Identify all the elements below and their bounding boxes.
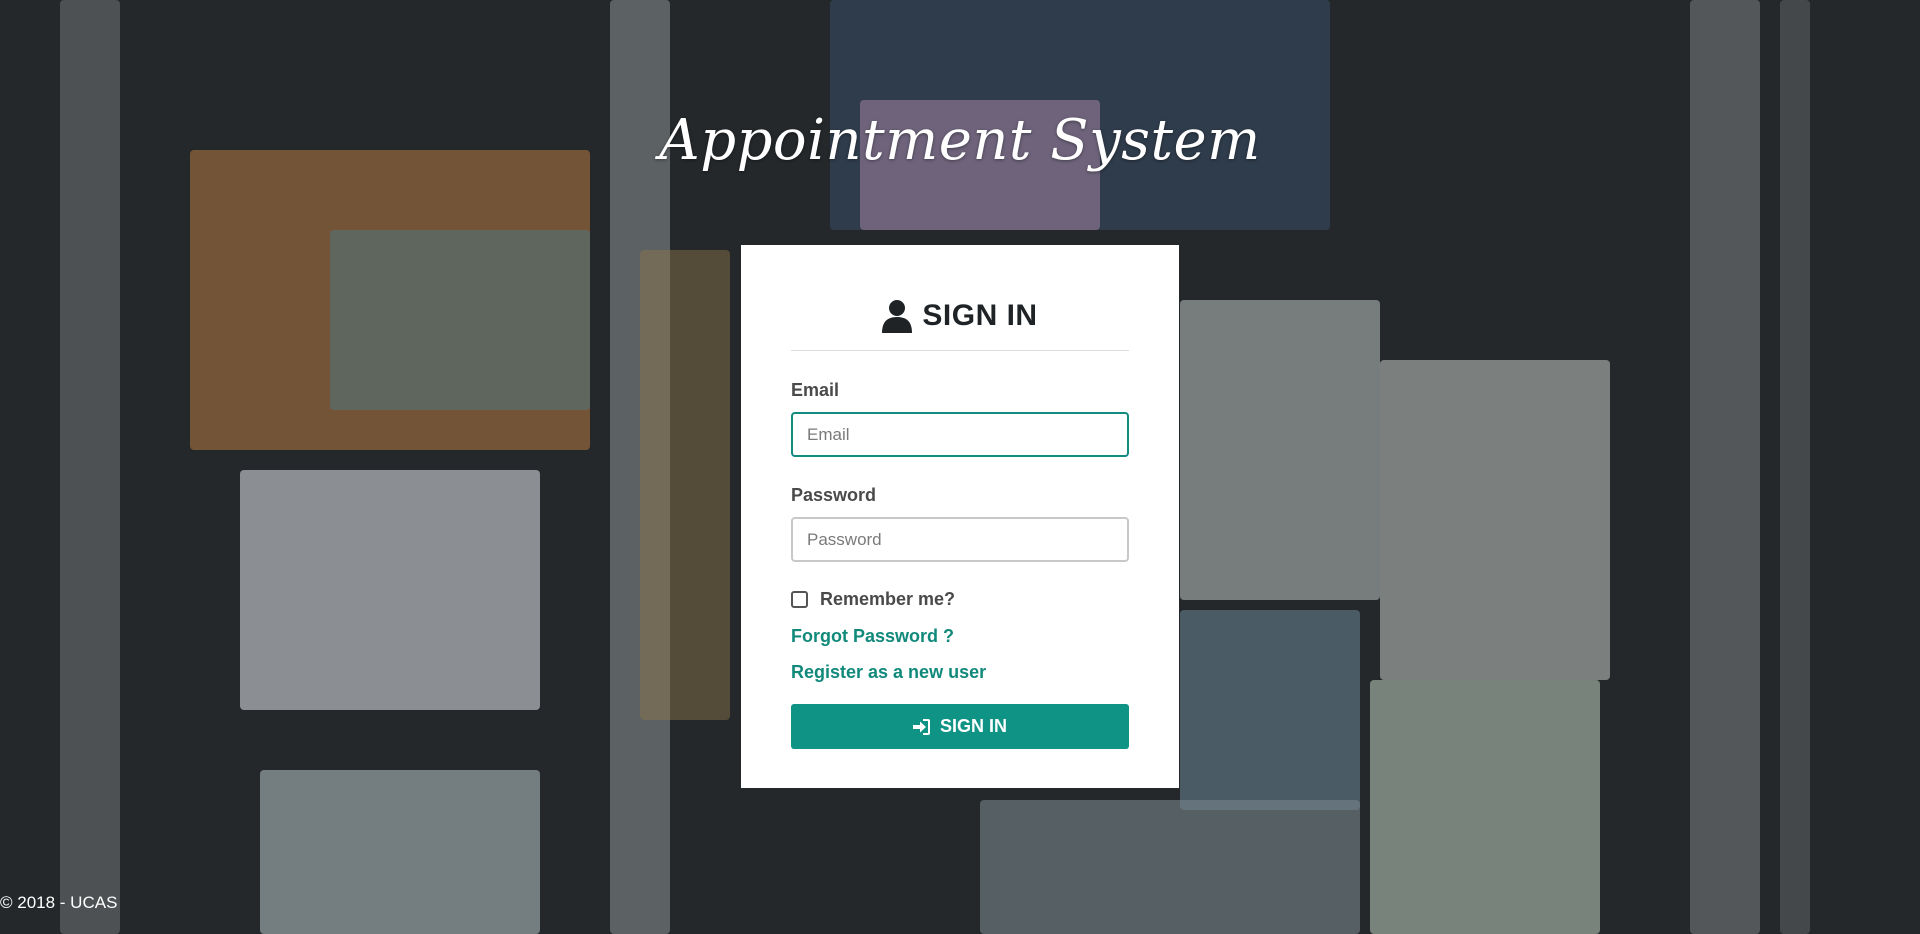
footer-copyright: © 2018 - UCAS <box>0 893 118 912</box>
remember-me-checkbox[interactable] <box>791 591 808 608</box>
remember-me-row[interactable]: Remember me? <box>791 589 1129 610</box>
password-label: Password <box>791 485 877 505</box>
signin-button-label: SIGN IN <box>939 716 1007 736</box>
register-link[interactable]: Register as a new user <box>791 662 1129 683</box>
email-field[interactable] <box>791 412 1129 457</box>
email-label: Email <box>791 380 840 400</box>
header-divider <box>791 350 1129 351</box>
signin-card: SIGN IN Email Password Remember me? Forg… <box>741 245 1179 788</box>
signin-heading: SIGN IN <box>922 299 1038 332</box>
password-field[interactable] <box>791 517 1129 562</box>
app-title: Appointment System <box>659 108 1261 173</box>
signin-button[interactable]: SIGN IN <box>791 704 1129 749</box>
signin-header: SIGN IN <box>791 294 1129 338</box>
user-icon <box>882 300 913 333</box>
sign-in-icon <box>912 718 930 735</box>
remember-me-label[interactable]: Remember me? <box>820 589 955 610</box>
forgot-password-link[interactable]: Forgot Password ? <box>791 626 1129 647</box>
